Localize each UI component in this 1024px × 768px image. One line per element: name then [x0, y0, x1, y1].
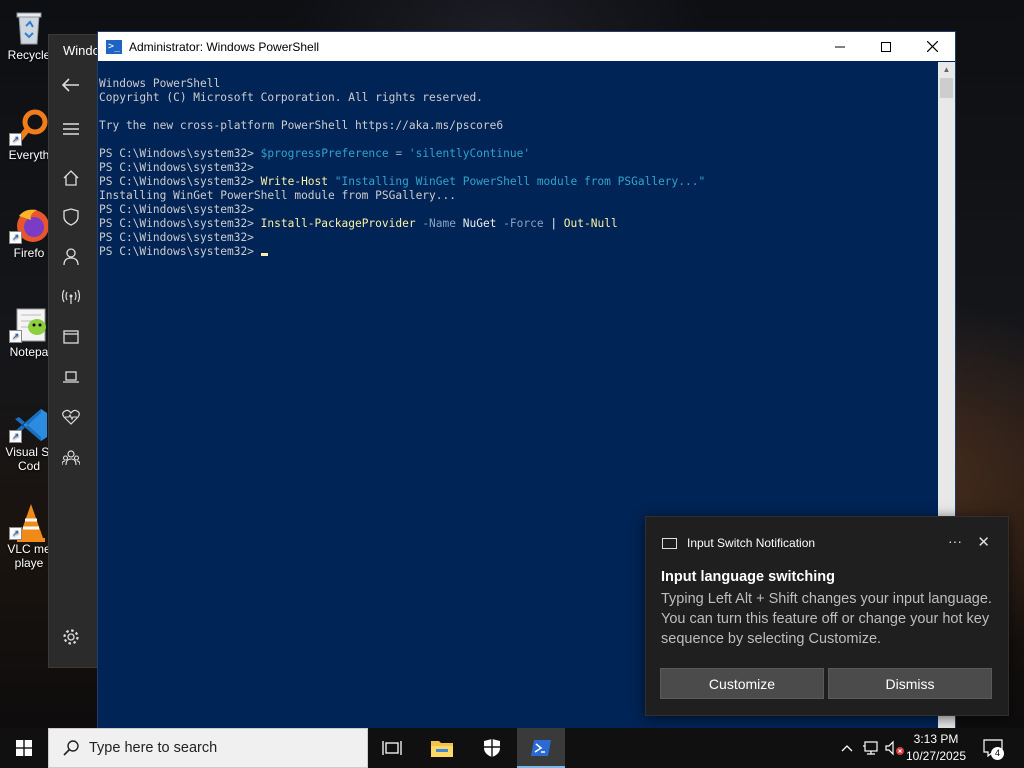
console-line: PS C:\Windows\system32>	[99, 231, 937, 245]
prompt: PS C:\Windows\system32>	[99, 175, 261, 188]
everything-search-icon: ↗	[9, 108, 48, 146]
firefox-icon: ↗	[9, 206, 49, 244]
hamburger-menu-icon[interactable]	[49, 111, 93, 147]
parameter: -Name	[415, 217, 456, 230]
pipe: |	[543, 217, 564, 230]
clock-date: 10/27/2025	[905, 749, 967, 763]
settings-window-title: Windo	[63, 43, 100, 58]
back-arrow-icon[interactable]	[49, 67, 93, 103]
action-center-button[interactable]: 4	[978, 728, 1008, 768]
console-line: Try the new cross-platform PowerShell ht…	[99, 119, 504, 132]
notification-heading: Input language switching	[661, 569, 835, 585]
person-icon[interactable]	[49, 239, 93, 275]
laptop-icon[interactable]	[49, 359, 93, 395]
command: Out-Null	[563, 217, 618, 230]
recycle-bin-icon	[11, 8, 47, 45]
argument: NuGet	[456, 217, 497, 230]
console-line: Windows PowerShell	[99, 77, 221, 90]
powershell-icon	[531, 740, 551, 756]
close-icon[interactable]: ✕	[977, 533, 990, 551]
more-options-icon[interactable]: ···	[948, 533, 962, 549]
prompt: PS C:\Windows\system32>	[99, 147, 261, 160]
string: "Installing WinGet PowerShell module fro…	[328, 175, 706, 188]
notepad-plus-plus-icon: ↗	[9, 305, 47, 343]
prompt: PS C:\Windows\system32>	[99, 245, 261, 258]
shortcut-arrow-icon: ↗	[9, 231, 22, 244]
maximize-button[interactable]	[863, 32, 909, 61]
customize-button[interactable]: Customize	[660, 668, 824, 699]
family-icon[interactable]	[49, 440, 93, 476]
string: 'silentlyContinue'	[408, 147, 531, 160]
input-switch-notification[interactable]: Input Switch Notification ··· ✕ Input la…	[645, 516, 1009, 716]
console-line: Copyright (C) Microsoft Corporation. All…	[99, 91, 483, 104]
taskbar-search-box[interactable]: Type here to search	[48, 728, 368, 768]
dismiss-button[interactable]: Dismiss	[828, 668, 992, 699]
minimize-button[interactable]	[817, 32, 863, 61]
shortcut-arrow-icon: ↗	[9, 133, 22, 146]
scrollbar-thumb[interactable]	[940, 78, 953, 98]
file-explorer-button[interactable]	[418, 728, 466, 768]
console-line: PS C:\Windows\system32>	[99, 203, 937, 217]
windows-security-button[interactable]	[468, 728, 516, 768]
command: Install-PackageProvider	[260, 217, 416, 230]
shield-icon[interactable]	[49, 199, 93, 235]
console-line: PS C:\Windows\system32> $progressPrefere…	[99, 147, 937, 161]
close-button[interactable]	[909, 32, 955, 61]
notification-app-name: Input Switch Notification	[687, 536, 816, 550]
operator: =	[388, 147, 409, 160]
network-icon[interactable]	[861, 728, 881, 768]
window-icon[interactable]	[49, 319, 93, 355]
prompt: PS C:\Windows\system32>	[99, 161, 261, 174]
shortcut-arrow-icon: ↗	[9, 527, 22, 540]
variable: $progressPreference	[260, 147, 389, 160]
clock[interactable]: 3:13 PM 10/27/2025	[904, 731, 968, 765]
console-line: PS C:\Windows\system32>	[99, 245, 937, 259]
window-title: Administrator: Windows PowerShell	[129, 39, 320, 54]
heart-pulse-icon[interactable]	[49, 399, 93, 435]
powershell-icon: >_	[106, 39, 122, 54]
clock-time: 3:13 PM	[913, 732, 959, 746]
notification-header: Input Switch Notification ··· ✕	[662, 533, 992, 551]
command: Write-Host	[260, 175, 329, 188]
prompt: PS C:\Windows\system32>	[99, 203, 261, 216]
text-cursor	[260, 253, 268, 256]
taskbar: Type here to search 3:13 PM 10/27/2025 4	[0, 728, 1024, 768]
search-icon	[63, 740, 79, 756]
volume-muted-icon[interactable]	[884, 728, 906, 768]
windows-security-icon	[484, 739, 500, 757]
vscode-icon: ↗	[9, 405, 47, 443]
start-button[interactable]	[0, 728, 48, 768]
notification-body: Typing Left Alt + Shift changes your inp…	[661, 591, 992, 647]
vlc-icon: ↗	[9, 502, 47, 542]
console-line: PS C:\Windows\system32>	[99, 161, 937, 175]
console-line: Installing WinGet PowerShell module from…	[99, 189, 456, 202]
powershell-titlebar[interactable]: >_ Administrator: Windows PowerShell	[98, 32, 955, 61]
parameter: -Force	[496, 217, 544, 230]
task-view-button[interactable]	[368, 728, 416, 768]
gear-icon[interactable]	[49, 619, 93, 655]
search-placeholder: Type here to search	[89, 740, 218, 756]
home-icon[interactable]	[49, 160, 93, 196]
notification-count-badge: 4	[991, 747, 1004, 760]
file-explorer-icon	[431, 741, 453, 757]
powershell-taskbar-button[interactable]	[517, 728, 565, 768]
task-view-icon	[382, 741, 402, 755]
wireless-icon[interactable]	[49, 279, 93, 315]
shortcut-arrow-icon: ↗	[9, 430, 22, 443]
shortcut-arrow-icon: ↗	[9, 330, 22, 343]
chevron-up-icon[interactable]	[838, 728, 856, 768]
scroll-up-icon[interactable]: ▲	[938, 62, 955, 78]
console-line: PS C:\Windows\system32> Write-Host "Inst…	[99, 175, 937, 189]
prompt: PS C:\Windows\system32>	[99, 217, 261, 230]
prompt: PS C:\Windows\system32>	[99, 231, 261, 244]
keyboard-icon	[662, 537, 677, 549]
windows-logo-icon	[16, 740, 32, 756]
console-line: PS C:\Windows\system32> Install-PackageP…	[99, 217, 937, 231]
